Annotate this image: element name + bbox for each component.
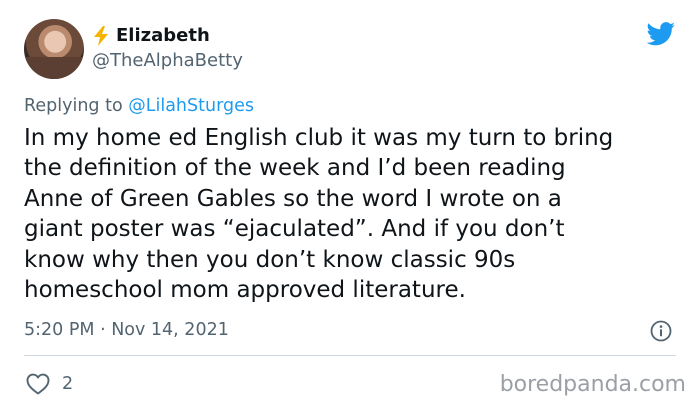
like-action[interactable]: 2 [26,373,73,395]
display-name[interactable]: Elizabeth [116,25,210,46]
twitter-bird-icon[interactable] [646,22,676,46]
author-name-row: Elizabeth [92,25,210,46]
tweet-timestamp[interactable]: 5:20 PM · Nov 14, 2021 [24,320,229,340]
reply-prefix: Replying to [24,96,129,116]
reply-context: Replying to @LilahSturges [24,96,254,116]
like-count: 2 [62,374,74,394]
tweet-text: In my home ed English club it was my tur… [24,125,614,304]
avatar[interactable] [24,19,84,79]
heart-icon[interactable] [26,373,50,395]
info-icon[interactable] [650,320,672,342]
watermark: boredpanda.com [499,372,686,397]
divider [24,355,676,356]
reply-mention-link[interactable]: @LilahSturges [128,96,254,116]
lightning-bolt-icon [94,25,108,46]
user-handle[interactable]: @TheAlphaBetty [92,50,243,71]
